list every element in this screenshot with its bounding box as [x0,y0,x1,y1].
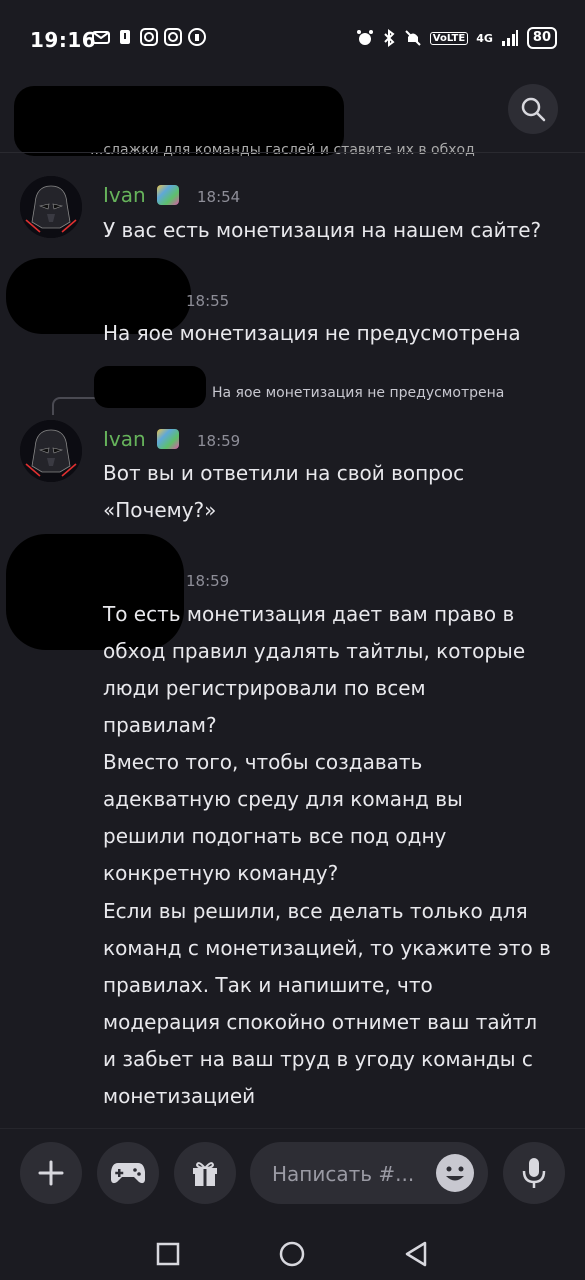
search-button[interactable] [508,84,558,134]
redacted-reply-author [94,366,206,408]
mail-icon [92,31,110,44]
gift-icon [193,1162,217,1186]
emoji-button[interactable] [436,1154,474,1192]
pepe-badge-icon [157,429,179,449]
add-attachment-button[interactable] [20,1142,82,1204]
message-time: 18:54 [197,188,241,206]
message-line: правилам? [103,713,217,737]
message-time: 18:55 [186,292,230,310]
message-line: То есть монетизация дает вам право в [103,602,515,626]
back-triangle-icon [405,1241,427,1267]
message-text: У вас есть монетизация на нашем сайте? [103,218,542,242]
home-button[interactable] [274,1236,310,1272]
reply-connector [52,397,100,415]
circle-icon [279,1241,305,1267]
message-text: На яое монетизация не предусмотрена [103,321,521,345]
microphone-icon [522,1158,546,1188]
avatar-ivan[interactable] [20,176,82,238]
activities-button[interactable] [97,1142,159,1204]
sim-icon [120,30,130,44]
status-right-icons: VoLTE 4G 80 [356,27,557,49]
system-nav-bar [0,1226,585,1280]
battery-indicator: 80 [526,27,557,49]
lock-app-icon [188,28,206,46]
emoji-icon [446,1166,464,1181]
app-icon-2 [164,28,182,46]
message-line: модерация спокойно отнимет ваш тайтл [103,1010,538,1034]
message-paragraph: То есть монетизация дает вам право в обх… [103,596,563,744]
message-line: конкретную команду? [103,861,339,885]
pepe-badge-icon [157,185,179,205]
message-paragraph: Вместо того, чтобы создавать адекватную … [103,744,563,892]
message-line: Если вы решили, все делать только для [103,899,528,923]
message-line: и забьет на ваш труд в угоду команды с [103,1047,533,1071]
darth-vader-avatar-icon [20,420,82,482]
gift-button[interactable] [174,1142,236,1204]
signal-icon [501,30,518,46]
bluetooth-icon [384,29,395,47]
status-time: 19:16 [30,28,97,52]
reply-preview[interactable]: На яое монетизация не предусмотрена [212,385,504,401]
network-label: 4G [476,31,493,45]
message-line: Вместо того, чтобы создавать [103,750,423,774]
message-time: 18:59 [197,432,241,450]
voice-message-button[interactable] [503,1142,565,1204]
message-line: решили подогнать все под одну [103,824,447,848]
header-divider [0,152,585,153]
volte-label: VoLTE [429,31,469,45]
message-input-wrapper[interactable] [250,1142,488,1206]
status-left-icons [92,28,206,46]
mute-icon [405,30,421,46]
avatar-ivan[interactable] [20,420,82,482]
message-line: люди регистрировали по всем [103,676,426,700]
message-paragraph: Если вы решили, все делать только для ко… [103,893,563,1115]
status-bar: 19:16 VoLTE 4G 80 [0,0,585,80]
message-line: правилах. Так и напишите, что [103,973,433,997]
message-text: Вот вы и ответили на свой вопрос «Почему… [103,455,563,529]
app-icon [140,28,158,46]
recents-button[interactable] [150,1236,186,1272]
square-icon [156,1242,180,1266]
message-line: адекватную среду для команд вы [103,787,463,811]
message-line: монетизацией [103,1084,256,1108]
message-author[interactable]: Ivan [103,183,146,207]
message-time: 18:59 [186,572,230,590]
back-button[interactable] [398,1236,434,1272]
channel-topic: ...слажки для команды гаслей и ставите и… [90,142,475,158]
search-icon [521,97,546,122]
message-line: «Почему?» [103,498,217,522]
gamepad-icon [111,1163,145,1184]
message-line: Вот вы и ответили на свой вопрос [103,461,465,485]
message-author[interactable]: Ivan [103,427,146,451]
alarm-icon [356,30,373,45]
plus-icon [38,1160,64,1186]
message-line: обход правил удалять тайтлы, которые [103,639,526,663]
darth-vader-avatar-icon [20,176,82,238]
message-input[interactable] [270,1142,434,1206]
message-line: команд с монетизацией, то укажите это в [103,936,551,960]
